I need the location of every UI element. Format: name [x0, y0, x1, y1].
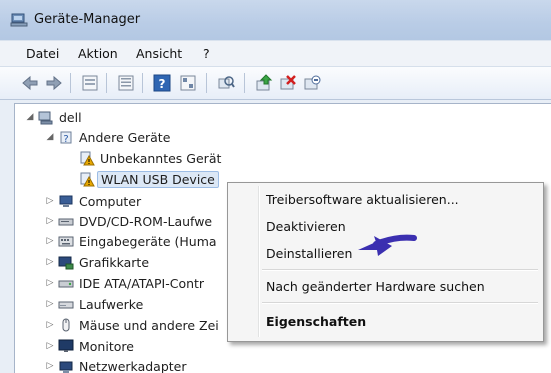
tree-item-label: Monitore: [79, 338, 134, 354]
tree-item-label: Mäuse und andere Zei: [79, 317, 219, 333]
tree-item-label: WLAN USB Device: [97, 170, 219, 188]
expand-arrow-icon[interactable]: ▷: [45, 299, 55, 309]
mouse-icon: [62, 318, 70, 332]
tree-item-label: Netzwerkadapter: [79, 358, 187, 373]
network-adapter-icon: [59, 361, 73, 373]
tree-item-maeuse[interactable]: ▷ Mäuse und andere Zei: [45, 316, 219, 334]
menu-aktion[interactable]: Aktion: [78, 46, 118, 61]
context-menu-scan-hardware[interactable]: Nach geänderter Hardware suchen: [266, 279, 485, 294]
help-icon[interactable]: ?: [152, 73, 172, 93]
list-view-icon[interactable]: [116, 73, 136, 93]
forward-arrow-icon[interactable]: [44, 73, 64, 93]
display-adapter-icon: [58, 256, 74, 270]
tree-item-eingabegeraete[interactable]: ▷ Eingabegeräte (Huma: [45, 232, 217, 250]
expand-arrow-icon[interactable]: ▷: [45, 196, 55, 206]
tree-item-ide-ata[interactable]: ▷ IDE ATA/ATAPI-Contr: [45, 274, 205, 292]
warning-device-icon: [80, 151, 95, 166]
menu-help[interactable]: ?: [203, 46, 210, 61]
tree-item-dvd[interactable]: ▷ DVD/CD-ROM-Laufwe: [45, 212, 213, 230]
tree-item-label: DVD/CD-ROM-Laufwe: [79, 213, 213, 229]
toolbar: ?: [0, 66, 551, 100]
context-menu-disable[interactable]: Deaktivieren: [266, 219, 346, 234]
expand-arrow-icon[interactable]: ▷: [45, 216, 55, 226]
tree-item-wlan-usb-device[interactable]: WLAN USB Device: [79, 170, 219, 188]
annotation-arrow-icon: [358, 234, 417, 256]
toolbar-separator: [70, 73, 71, 93]
expand-arrow-icon[interactable]: ▷: [45, 361, 55, 371]
warning-device-icon: [80, 172, 95, 187]
device-manager-window: Geräte-Manager Datei Aktion Ansicht ? ? …: [0, 0, 551, 373]
context-menu-properties[interactable]: Eigenschaften: [266, 314, 366, 329]
back-arrow-icon[interactable]: [20, 73, 40, 93]
toolbar-separator: [206, 73, 207, 93]
expand-arrow-icon[interactable]: ▷: [45, 278, 55, 288]
tree-item-label: Andere Geräte: [79, 129, 171, 145]
tree-item-label: Laufwerke: [79, 296, 144, 312]
window-title: Geräte-Manager: [34, 12, 141, 27]
tree-item-monitore[interactable]: ▷ Monitore: [45, 337, 134, 355]
menu-ansicht[interactable]: Ansicht: [136, 46, 182, 61]
context-menu-uninstall[interactable]: Deinstallieren: [266, 246, 352, 261]
uninstall-device-icon[interactable]: [278, 73, 298, 93]
menu-bar: Datei Aktion Ansicht ?: [0, 40, 551, 67]
context-menu-separator: [262, 302, 538, 304]
scan-hardware-icon[interactable]: [216, 73, 236, 93]
keyboard-icon: [58, 236, 74, 247]
tree-item-computer[interactable]: ▷ Computer: [45, 192, 142, 210]
tree-item-unbekanntes-geraet[interactable]: Unbekanntes Gerät: [79, 149, 221, 167]
unknown-device-icon: ?: [60, 131, 72, 145]
tree-item-label: Computer: [79, 193, 142, 209]
svg-text:?: ?: [159, 77, 166, 91]
tree-item-label: IDE ATA/ATAPI-Contr: [79, 275, 205, 291]
device-view-icon[interactable]: [178, 73, 198, 93]
properties-view-icon[interactable]: [80, 73, 100, 93]
tree-item-laufwerke[interactable]: ▷ Laufwerke: [45, 295, 144, 313]
svg-text:?: ?: [63, 134, 68, 145]
collapse-arrow-icon[interactable]: ◢: [25, 112, 35, 122]
disk-drive-icon: [58, 301, 74, 309]
tree-item-andere-geraete[interactable]: ◢ ? Andere Geräte: [45, 128, 171, 146]
device-manager-icon: [10, 13, 28, 27]
context-menu-update-driver[interactable]: Treibersoftware aktualisieren...: [266, 192, 459, 207]
computer-icon: [38, 111, 53, 125]
controller-icon: [58, 280, 74, 288]
toolbar-separator: [142, 73, 143, 93]
disable-device-icon[interactable]: [302, 73, 322, 93]
context-menu: Treibersoftware aktualisieren... Deaktiv…: [227, 182, 544, 342]
optical-drive-icon: [58, 218, 74, 226]
tree-item-label: Grafikkarte: [79, 254, 150, 270]
tree-root-label: dell: [59, 109, 82, 125]
context-menu-separator: [262, 269, 538, 271]
tree-item-label: Eingabegeräte (Huma: [79, 233, 217, 249]
toolbar-separator: [244, 73, 245, 93]
monitor-icon: [58, 339, 74, 352]
tree-item-netzwerkadapter[interactable]: ▷ Netzwerkadapter: [45, 357, 187, 373]
expand-arrow-icon[interactable]: ▷: [45, 341, 55, 351]
tree-root[interactable]: ◢ dell: [25, 108, 82, 126]
expand-arrow-icon[interactable]: ▷: [45, 257, 55, 267]
tree-item-grafikkarte[interactable]: ▷ Grafikkarte: [45, 253, 149, 271]
expand-arrow-icon[interactable]: ▷: [45, 236, 55, 246]
collapse-arrow-icon[interactable]: ◢: [45, 132, 55, 142]
toolbar-separator: [106, 73, 107, 93]
title-bar: Geräte-Manager: [0, 0, 551, 40]
update-driver-icon[interactable]: [254, 73, 274, 93]
context-menu-gutter: [258, 186, 260, 337]
expand-arrow-icon[interactable]: ▷: [45, 320, 55, 330]
tree-item-label: Unbekanntes Gerät: [100, 150, 222, 166]
menu-datei[interactable]: Datei: [26, 46, 59, 61]
computer-icon: [59, 195, 73, 207]
